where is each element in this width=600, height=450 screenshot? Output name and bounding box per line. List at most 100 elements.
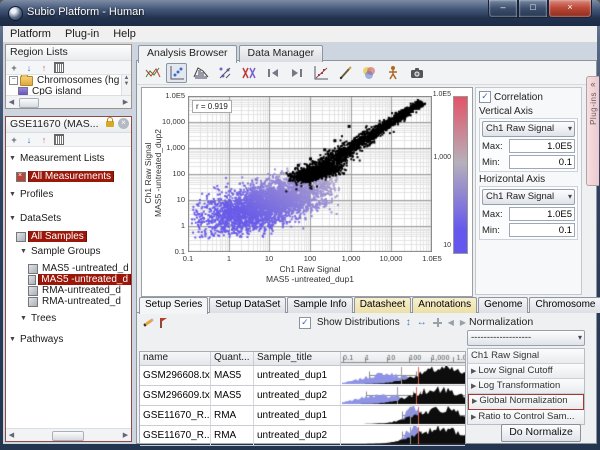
correlation-checkbox[interactable]	[479, 91, 491, 103]
collapse-triangle-icon[interactable]	[9, 215, 18, 222]
title-bar[interactable]: Subio Platform - Human – □ ×	[0, 0, 600, 26]
scatter-plot-icon[interactable]	[166, 63, 187, 83]
scroll-right-icon[interactable]	[120, 98, 131, 106]
tab-setup-series[interactable]: Setup Series	[139, 297, 208, 314]
prev-icon[interactable]	[448, 317, 454, 328]
step-low-signal-cutoff[interactable]: Low Signal Cutoff	[468, 364, 584, 379]
col-name[interactable]: name	[140, 352, 211, 365]
item-all-samples[interactable]: All Samples	[6, 231, 131, 242]
edit-pencil-icon[interactable]	[143, 318, 154, 327]
scroll-left-icon[interactable]	[6, 98, 17, 106]
menu-help[interactable]: Help	[106, 28, 143, 40]
scatter-matrix-icon[interactable]	[214, 63, 235, 83]
scroll-left-icon[interactable]	[6, 431, 17, 439]
table-row[interactable]: GSE11670_R... RMA untreated_dup2	[140, 426, 465, 446]
col-sample-title[interactable]: Sample_title	[254, 352, 341, 365]
subsection-trees[interactable]: Trees	[6, 313, 131, 324]
step-global-normalization[interactable]: Global Normalization	[468, 394, 584, 410]
collapse-triangle-icon[interactable]	[9, 155, 18, 162]
maximize-button[interactable]: □	[518, 0, 548, 18]
leaf-mas5-dup1[interactable]: MAS5 -untreated_d	[6, 263, 131, 274]
collapse-icon[interactable]	[590, 79, 595, 89]
tab-chromosome[interactable]: Chromosome	[529, 297, 600, 313]
collapse-triangle-icon[interactable]	[20, 248, 29, 255]
item-all-measurements[interactable]: All Measurements	[6, 171, 131, 182]
move-down-icon[interactable]	[24, 135, 34, 145]
collapse-triangle-icon[interactable]	[9, 336, 18, 343]
step-forward-icon[interactable]	[286, 63, 307, 83]
line-chart-icon[interactable]	[142, 63, 163, 83]
lock-icon[interactable]	[106, 121, 114, 127]
scroll-right-icon[interactable]	[120, 431, 131, 439]
add-icon[interactable]	[9, 135, 19, 145]
tab-annotations[interactable]: Annotations	[412, 297, 477, 313]
normalization-dropdown[interactable]: -------------------	[467, 330, 585, 346]
tab-genome[interactable]: Genome	[478, 297, 528, 313]
tab-setup-dataset[interactable]: Setup DataSet	[209, 297, 286, 313]
vertical-axis-signal-dropdown[interactable]: Ch1 Raw Signal	[482, 121, 575, 137]
step-backward-icon[interactable]	[262, 63, 283, 83]
vertical-max-field[interactable]	[509, 139, 575, 153]
snapshot-icon[interactable]	[406, 63, 427, 83]
scroll-thumb[interactable]	[52, 431, 84, 441]
vertical-min-field[interactable]	[509, 155, 575, 169]
regression-plot-icon[interactable]	[310, 63, 331, 83]
tab-datasheet[interactable]: Datasheet	[354, 297, 412, 313]
region-tree-horizontal-scrollbar[interactable]	[6, 95, 131, 108]
leaf-rma-dup1[interactable]: RMA-untreated_d	[6, 285, 131, 296]
region-tree-vertical-scrollbar[interactable]: ▲▼	[121, 75, 131, 97]
expander-icon[interactable]	[9, 76, 18, 85]
do-normalize-button[interactable]: Do Normalize	[501, 424, 581, 442]
section-pathways[interactable]: Pathways	[6, 334, 131, 345]
tab-analysis-browser[interactable]: Analysis Browser	[138, 45, 237, 63]
close-experiment-icon[interactable]	[118, 118, 129, 129]
close-button[interactable]: ×	[548, 0, 592, 18]
table-row[interactable]: GSE11670_R... RMA untreated_dup1	[140, 406, 465, 426]
move-down-icon[interactable]	[24, 63, 34, 73]
table-row[interactable]: GSM296608.txt MAS5 untreated_dup1	[140, 366, 465, 386]
leaf-mas5-dup2[interactable]: MAS5 -untreated_d	[6, 274, 131, 285]
add-icon[interactable]	[9, 63, 19, 73]
minimize-button[interactable]: –	[488, 0, 518, 18]
horizontal-min-field[interactable]	[509, 223, 575, 237]
step-ch1-raw-signal[interactable]: Ch1 Raw Signal	[468, 349, 584, 364]
leaf-rma-dup2[interactable]: RMA-untreated_d	[6, 296, 131, 307]
move-all-icon[interactable]	[433, 318, 442, 327]
section-datasets[interactable]: DataSets	[6, 213, 131, 224]
step-ratio-to-control[interactable]: Ratio to Control Sam...	[468, 410, 584, 424]
subsection-sample-groups[interactable]: Sample Groups	[6, 246, 131, 257]
col-quant[interactable]: Quant...	[211, 352, 254, 365]
tab-data-manager[interactable]: Data Manager	[239, 45, 324, 62]
section-profiles[interactable]: Profiles	[6, 189, 131, 200]
expand-vertical-icon[interactable]	[406, 317, 411, 328]
venn-diagram-icon[interactable]	[358, 63, 379, 83]
horizontal-axis-signal-dropdown[interactable]: Ch1 Raw Signal	[482, 189, 575, 205]
show-distributions-checkbox[interactable]	[299, 317, 311, 329]
scatter-plot-canvas[interactable]	[188, 96, 432, 252]
delete-icon[interactable]	[54, 134, 64, 145]
scroll-thumb[interactable]	[19, 98, 39, 108]
tab-sample-info[interactable]: Sample Info	[287, 297, 352, 313]
menu-plugin[interactable]: Plug-in	[58, 28, 106, 40]
experiment-header[interactable]: GSE11670 (MAS...	[6, 117, 131, 133]
col-distribution[interactable]	[341, 352, 465, 365]
pathway-icon[interactable]	[382, 63, 403, 83]
table-row[interactable]: GSM296609.txt MAS5 untreated_dup2	[140, 386, 465, 406]
move-up-icon[interactable]	[39, 63, 49, 73]
section-measurement-lists[interactable]: Measurement Lists	[6, 153, 131, 164]
step-log-transformation[interactable]: Log Transformation	[468, 379, 584, 394]
expand-horizontal-icon[interactable]	[417, 317, 427, 328]
parallel-coordinates-icon[interactable]	[238, 63, 259, 83]
collapse-triangle-icon[interactable]	[9, 191, 18, 198]
histogram-icon[interactable]	[190, 63, 211, 83]
collapse-triangle-icon[interactable]	[20, 315, 29, 322]
horizontal-max-field[interactable]	[509, 207, 575, 221]
experiment-tree-horizontal-scrollbar[interactable]	[6, 428, 131, 441]
pen-tool-icon[interactable]	[334, 63, 355, 83]
tree-item-chromosomes[interactable]: Chromosomes (hg	[6, 75, 131, 86]
delete-icon[interactable]	[54, 62, 64, 73]
next-icon[interactable]	[460, 317, 466, 328]
plugins-side-tab[interactable]: Plug-ins	[586, 76, 599, 186]
menu-platform[interactable]: Platform	[3, 28, 58, 40]
move-up-icon[interactable]	[39, 135, 49, 145]
